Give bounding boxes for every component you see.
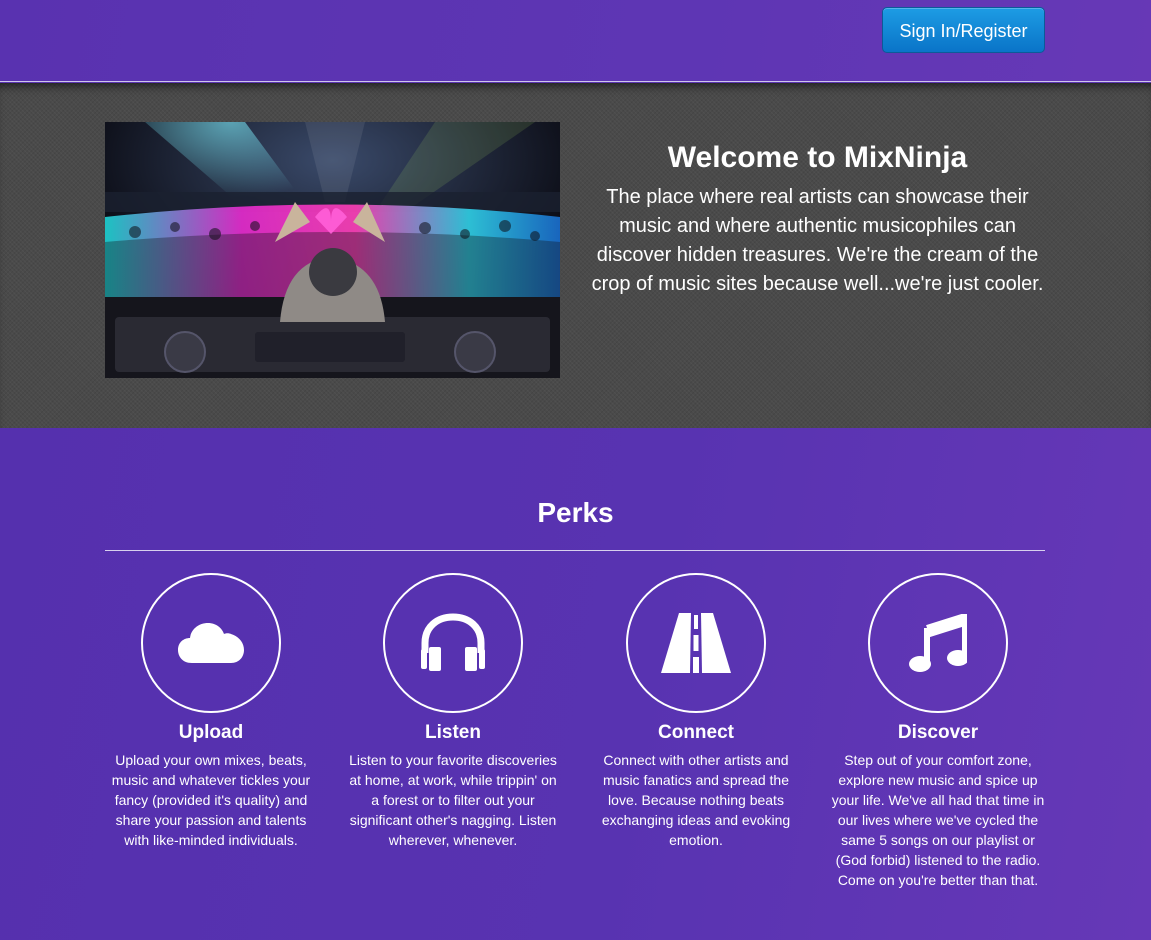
perk-icon-circle [141,573,281,713]
sign-in-register-button[interactable]: Sign In/Register [882,7,1045,53]
perk-title-upload: Upload [178,722,244,743]
perks-section: Perks Upload Upload your own mixes, beat… [0,428,1151,940]
perk-icon-circle [868,573,1008,713]
perk-connect: Connect Connect with other artists and m… [587,573,805,850]
dj-concert-image [105,122,560,378]
perk-description-listen: Listen to your favorite discoveries at h… [349,752,557,848]
top-nav-bar: Sign In/Register [0,0,1151,82]
headphones-icon [421,613,485,671]
hero-text-block: Welcome to MixNinja The place where real… [585,139,1050,299]
perk-discover: Discover Step out of your comfort zone, … [829,573,1047,890]
perk-title-connect: Connect [658,722,734,743]
music-note-icon [909,614,967,672]
perk-description-discover: Step out of your comfort zone, explore n… [831,752,1045,888]
perk-listen: Listen Listen to your favorite discoveri… [344,573,562,850]
perk-icon-circle [383,573,523,713]
perk-description-connect: Connect with other artists and music fan… [601,752,791,848]
hero-description: The place where real artists can showcas… [591,186,1044,295]
perk-icon-circle [626,573,766,713]
perk-title-listen: Listen [425,722,481,743]
perk-upload: Upload Upload your own mixes, beats, mus… [102,573,320,850]
perks-divider [105,550,1045,551]
hero-section: Welcome to MixNinja The place where real… [0,83,1151,428]
perk-description-upload: Upload your own mixes, beats, music and … [111,752,311,848]
road-icon [661,613,731,673]
cloud-icon [178,623,244,663]
hero-title: Welcome to MixNinja [667,141,968,174]
perks-title: Perks [537,497,614,528]
perk-title-discover: Discover [897,722,979,743]
